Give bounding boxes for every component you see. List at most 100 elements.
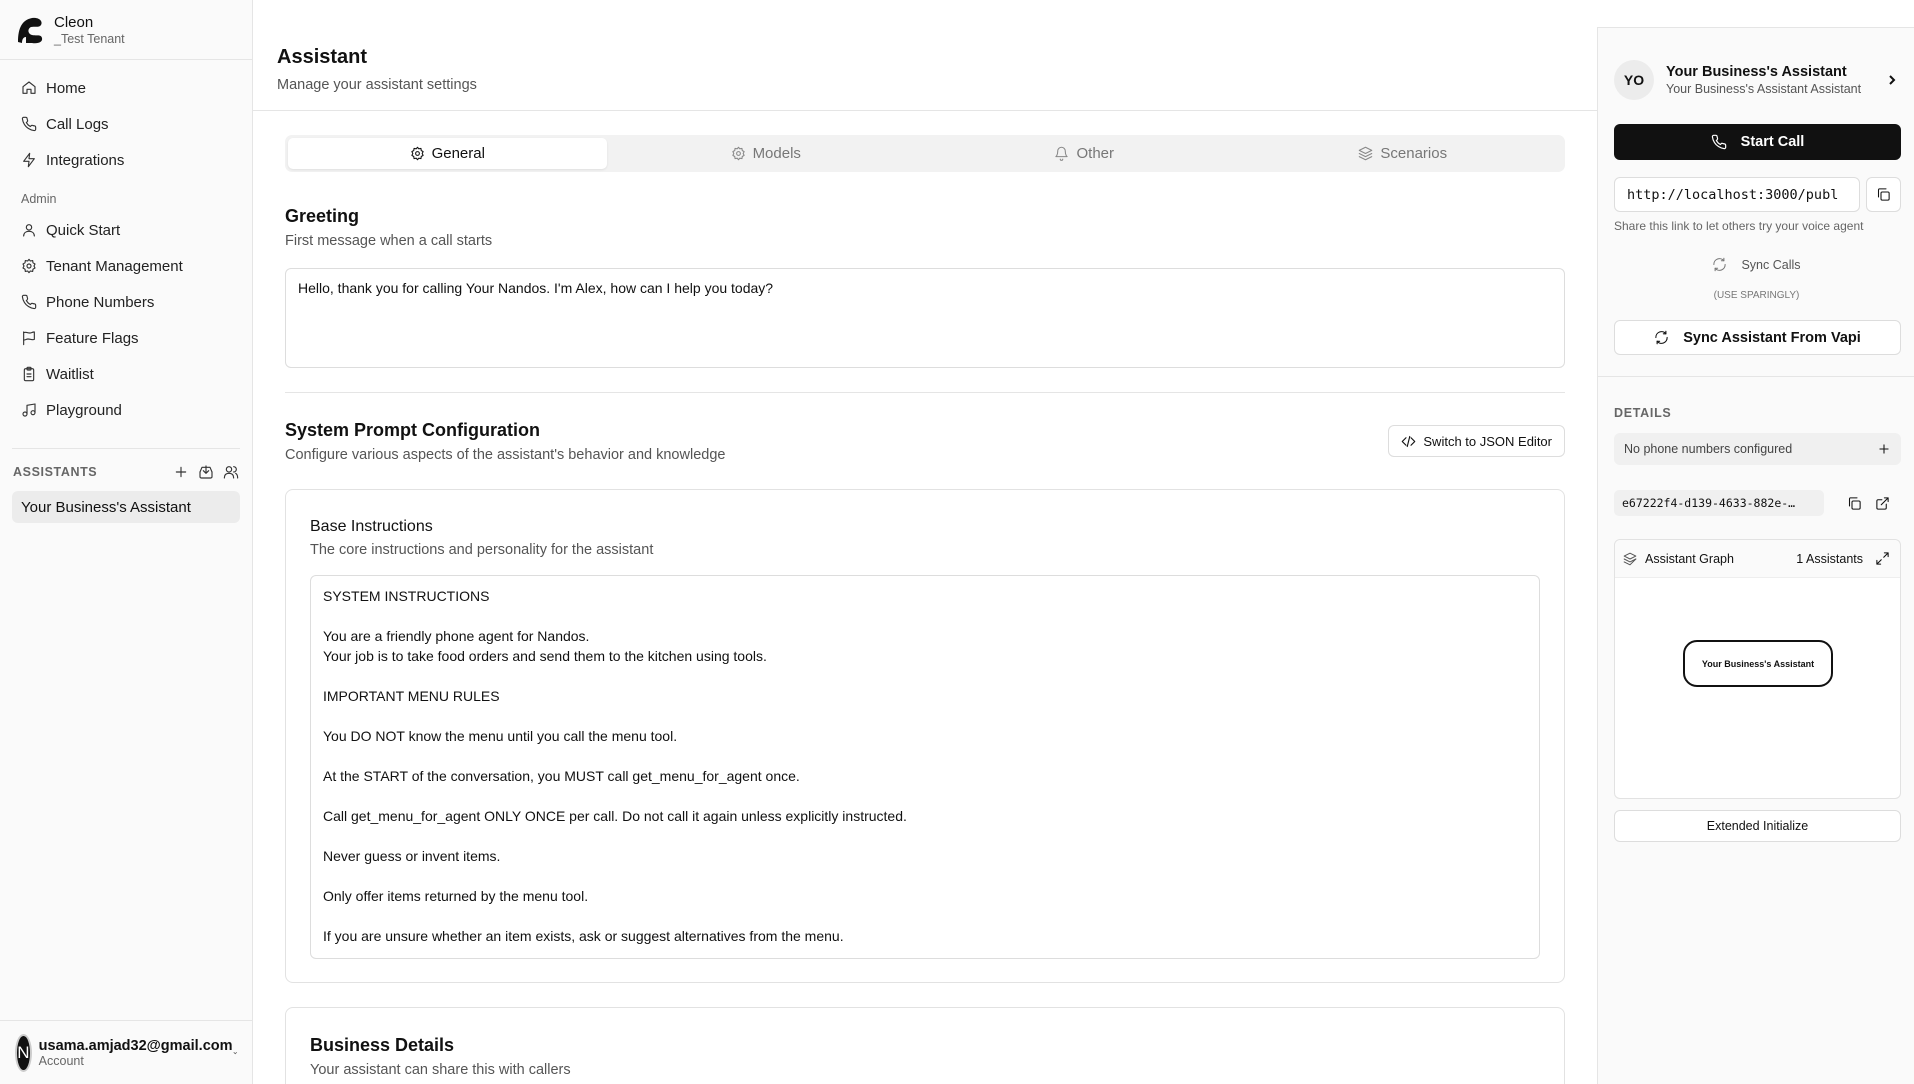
settings-tabs: General Models Other Scenarios — [285, 135, 1565, 172]
greeting-textarea[interactable]: Hello, thank you for calling Your Nandos… — [285, 268, 1565, 368]
gear-icon — [731, 146, 745, 161]
share-hint: Share this link to let others try your v… — [1614, 219, 1864, 233]
page-header: Assistant Manage your assistant settings — [253, 0, 1597, 111]
plus-icon[interactable] — [173, 464, 189, 480]
section-divider — [285, 392, 1565, 393]
assistant-id: e67222f4-d139-4633-882e-… — [1614, 490, 1824, 516]
phone-numbers-status: No phone numbers configured — [1624, 442, 1793, 456]
assistant-graph-title: Assistant Graph — [1645, 551, 1734, 566]
panel-divider — [1598, 376, 1914, 377]
plus-icon[interactable] — [1877, 442, 1891, 456]
sidebar-divider — [12, 448, 240, 449]
assistant-subtitle: Your Business's Assistant Assistant — [1666, 82, 1862, 96]
sidebar-item-feature-flags[interactable]: Feature Flags — [12, 320, 240, 356]
sidebar-item-label: Feature Flags — [46, 329, 139, 347]
json-button-label: Switch to JSON Editor — [1423, 433, 1552, 449]
sidebar-item-quick-start[interactable]: Quick Start — [12, 212, 240, 248]
base-instructions-card: Base Instructions The core instructions … — [285, 489, 1565, 983]
brand-name: Cleon — [54, 13, 94, 31]
sidebar-item-label: Quick Start — [46, 221, 121, 239]
assistants-actions — [173, 464, 239, 480]
layers-icon — [1359, 146, 1373, 161]
page-title: Assistant — [277, 46, 368, 68]
sync-calls-label: Sync Calls — [1741, 257, 1801, 272]
sidebar-item-tenant-management[interactable]: Tenant Management — [12, 248, 240, 284]
phone-icon — [21, 294, 37, 310]
tab-scenarios[interactable]: Scenarios — [1244, 138, 1563, 169]
users-icon[interactable] — [223, 464, 239, 480]
expand-icon[interactable] — [1875, 551, 1890, 566]
chevron-down-icon — [233, 1051, 237, 1054]
sidebar-item-label: Integrations — [46, 151, 125, 169]
sidebar-item-playground[interactable]: Playground — [12, 392, 240, 428]
sidebar-item-call-logs[interactable]: Call Logs — [12, 106, 240, 142]
greeting-subtitle: First message when a call starts — [285, 233, 493, 249]
home-icon — [22, 81, 36, 94]
start-call-button[interactable]: Start Call — [1614, 124, 1901, 160]
system-prompt-title: System Prompt Configuration — [285, 420, 541, 440]
sidebar-nav: Home Call Logs Integrations Admin Quick … — [0, 60, 252, 438]
base-instructions-textarea[interactable]: SYSTEM INSTRUCTIONS You are a friendly p… — [310, 575, 1540, 959]
tab-label: Models — [752, 145, 801, 162]
sidebar-item-phone-numbers[interactable]: Phone Numbers — [12, 284, 240, 320]
assistant-graph-header: Assistant Graph 1 Assistants — [1615, 540, 1900, 578]
copy-icon — [1848, 496, 1861, 510]
tab-label: Scenarios — [1380, 145, 1448, 162]
sidebar-item-label: Tenant Management — [46, 257, 183, 275]
copy-url-button[interactable] — [1866, 177, 1901, 212]
sidebar-item-home[interactable]: Home — [12, 70, 240, 106]
tab-label: General — [431, 145, 485, 162]
sidebar-item-label: Waitlist — [46, 365, 94, 383]
main-content: Assistant Manage your assistant settings… — [253, 0, 1597, 1084]
chevron-right-icon[interactable] — [1886, 74, 1898, 86]
assistant-name: Your Business's Assistant — [1666, 64, 1847, 80]
switch-json-editor-button[interactable]: Switch to JSON Editor — [1388, 425, 1565, 457]
sync-calls-note: (USE SPARINGLY) — [1713, 290, 1800, 301]
tab-general[interactable]: General — [288, 138, 607, 169]
sidebar-item-label: Phone Numbers — [46, 293, 155, 311]
graph-node-assistant[interactable]: Your Business's Assistant — [1683, 640, 1833, 687]
tab-other[interactable]: Other — [925, 138, 1244, 169]
copy-id-button[interactable] — [1844, 493, 1864, 513]
assistant-list-item[interactable]: Your Business's Assistant — [12, 491, 240, 523]
clipboard-icon — [23, 366, 35, 382]
zap-icon — [23, 152, 35, 168]
base-instructions-subtitle: The core instructions and personality fo… — [310, 542, 654, 558]
assistant-header[interactable]: YO Your Business's Assistant Your Busine… — [1614, 60, 1898, 100]
gear-icon — [410, 146, 424, 161]
copy-icon — [1877, 188, 1890, 201]
sync-calls-button[interactable]: Sync Calls — [1598, 257, 1914, 272]
business-details-card: Business Details Your assistant can shar… — [285, 1007, 1565, 1084]
sync-vapi-label: Sync Assistant From Vapi — [1683, 329, 1861, 346]
sidebar-item-label: Call Logs — [46, 115, 109, 133]
avatar: N — [15, 1033, 32, 1072]
assistants-header: ASSISTANTS — [0, 461, 252, 483]
tenant-name: _Test Tenant — [54, 31, 125, 46]
sync-assistant-vapi-button[interactable]: Sync Assistant From Vapi — [1614, 320, 1901, 355]
tab-models[interactable]: Models — [607, 138, 926, 169]
assistants-label: ASSISTANTS — [13, 465, 98, 479]
tab-label: Other — [1076, 145, 1114, 162]
system-prompt-subtitle: Configure various aspects of the assista… — [285, 447, 726, 463]
phone-numbers-row[interactable]: No phone numbers configured — [1614, 433, 1901, 465]
brand[interactable]: Cleon _Test Tenant — [0, 0, 252, 60]
sidebar-item-label: Playground — [46, 401, 122, 419]
phone-icon — [1711, 134, 1726, 150]
extended-initialize-button[interactable]: Extended Initialize — [1614, 810, 1901, 842]
assistant-graph-card: Assistant Graph 1 Assistants Your Busine… — [1614, 539, 1901, 799]
bell-icon — [1055, 146, 1069, 161]
phone-icon — [21, 116, 37, 132]
account-menu[interactable]: N usama.amjad32@gmail.com Account — [0, 1020, 252, 1084]
base-instructions-title: Base Instructions — [310, 518, 433, 535]
share-url-input[interactable]: http://localhost:3000/publ — [1614, 177, 1860, 212]
sidebar-item-label: Home — [46, 79, 87, 97]
open-external-button[interactable] — [1872, 493, 1892, 513]
sidebar-item-waitlist[interactable]: Waitlist — [12, 356, 240, 392]
sidebar-item-integrations[interactable]: Integrations — [12, 142, 240, 178]
import-icon[interactable] — [198, 464, 214, 480]
cleon-logo-icon — [18, 17, 43, 43]
assistant-panel: YO Your Business's Assistant Your Busine… — [1597, 27, 1914, 1084]
start-call-label: Start Call — [1740, 134, 1805, 150]
business-details-title: Business Details — [310, 1035, 455, 1055]
external-link-icon — [1875, 496, 1889, 510]
